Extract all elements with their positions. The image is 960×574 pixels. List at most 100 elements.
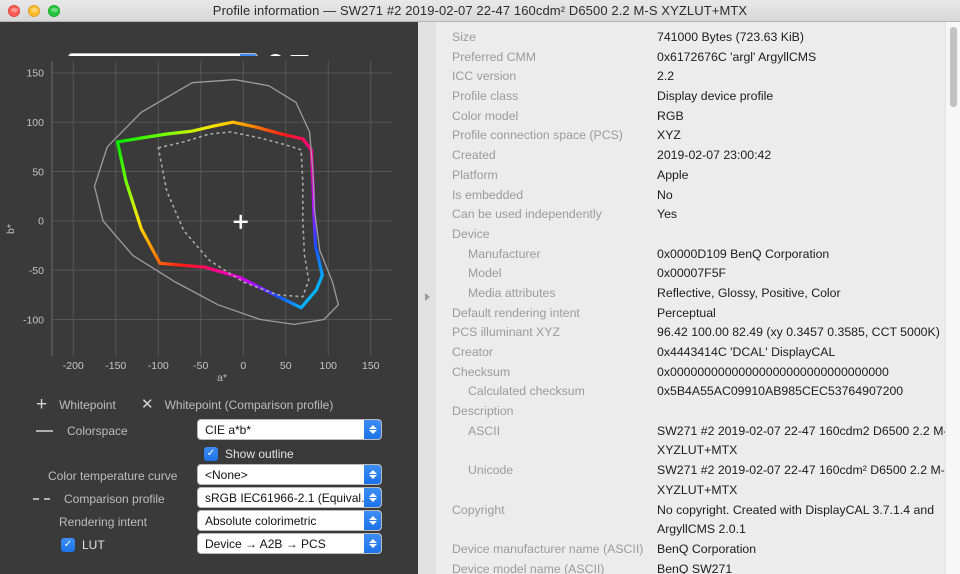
info-row-value: Yes	[657, 207, 677, 221]
chevron-updown-icon[interactable]	[364, 420, 381, 439]
x-icon: ✕	[141, 398, 154, 412]
x-tick-label: 50	[280, 360, 292, 372]
info-row-value: 0x00007F5F	[657, 266, 726, 280]
info-row-label: Model	[468, 266, 502, 280]
info-row: Profile classDisplay device profile	[436, 88, 960, 108]
info-row-label: Creator	[452, 345, 493, 359]
info-row-value: XYZ	[657, 128, 681, 142]
info-row-label: Is embedded	[452, 188, 523, 202]
lut-select-value: Device → A2B → PCS	[205, 537, 326, 551]
color-temperature-curve-value: <None>	[205, 468, 248, 482]
info-row: Description	[436, 403, 960, 423]
info-row-label: Media attributes	[468, 286, 556, 300]
profile-info-list: Size741000 Bytes (723.63 KiB)Preferred C…	[436, 29, 960, 574]
dashed-line-icon	[33, 498, 50, 500]
lut-row[interactable]: ✓ LUT	[61, 535, 105, 555]
info-row: Created2019-02-07 23:00:42	[436, 147, 960, 167]
info-row: ICC version 2.2	[436, 68, 960, 88]
info-row: PCS illuminant XYZ96.42 100.00 82.49 (xy…	[436, 324, 960, 344]
info-row-value: Perceptual	[657, 306, 716, 320]
info-row: Checksum 0x000000000000000000000000000000…	[436, 364, 960, 384]
legend-whitepoint-comparison-label: Whitepoint (Comparison profile)	[165, 398, 334, 412]
info-row-label: Unicode	[468, 463, 513, 477]
info-row: Creator 0x4443414C 'DCAL' DisplayCAL	[436, 344, 960, 364]
comparison-profile-select[interactable]: sRGB IEC61966-2.1 (Equival...	[197, 487, 382, 508]
chevron-updown-icon[interactable]	[364, 511, 381, 530]
info-row-label: Checksum	[452, 365, 510, 379]
info-row: Default rendering intent Perceptual	[436, 305, 960, 325]
lut-select[interactable]: Device → A2B → PCS	[197, 533, 382, 554]
y-axis-label: b*	[5, 224, 17, 234]
y-tick-label: 100	[26, 117, 44, 129]
chevron-updown-icon[interactable]	[364, 488, 381, 507]
info-row: PlatformApple	[436, 167, 960, 187]
x-tick-label: -200	[63, 360, 84, 372]
info-row-value: SW271 #2 2019-02-07 22-47 160cdm² D6500 …	[657, 463, 953, 477]
info-row-label: Profile class	[452, 89, 518, 103]
x-tick-label: 0	[240, 360, 246, 372]
title-bar: Profile information — SW271 #2 2019-02-0…	[0, 0, 960, 22]
info-row-label: Default rendering intent	[452, 306, 580, 320]
legend-whitepoint: + Whitepoint	[36, 395, 116, 415]
color-temperature-curve-select[interactable]: <None>	[197, 464, 382, 485]
info-row: Device model name (ASCII)BenQ SW271	[436, 561, 960, 574]
legend-colorspace: Colorspace	[36, 421, 128, 441]
profile-information-window: Profile information — SW271 #2 2019-02-0…	[0, 0, 960, 574]
close-window-button[interactable]	[8, 5, 20, 17]
panel-splitter[interactable]	[418, 22, 436, 574]
plot-toolbar	[0, 22, 418, 56]
info-row: ArgyllCMS 2.0.1	[436, 521, 960, 541]
plus-icon: +	[36, 398, 47, 412]
info-scrollbar-thumb[interactable]	[949, 26, 958, 108]
splitter-collapse-arrow-icon[interactable]	[425, 293, 430, 301]
info-row-value: 2.2	[657, 69, 674, 83]
info-row-value: No copyright. Created with DisplayCAL 3.…	[657, 503, 934, 517]
gamut-plot-svg[interactable]: -200-150-100-50050100150-100-50050100150…	[0, 56, 418, 386]
comparison-profile-label: Comparison profile	[64, 492, 165, 506]
info-row: Model 0x00007F5F	[436, 265, 960, 285]
chevron-updown-icon[interactable]	[364, 534, 381, 553]
info-row-label: Size	[452, 30, 476, 44]
lut-checkbox[interactable]: ✓	[61, 538, 75, 552]
x-tick-label: 100	[319, 360, 337, 372]
info-row-label: Copyright	[452, 503, 505, 517]
info-row-value: XYZLUT+MTX	[657, 443, 737, 457]
info-row-label: Description	[452, 404, 514, 418]
info-row-value: RGB	[657, 109, 684, 123]
info-row-label: ICC version	[452, 69, 516, 83]
maximize-window-button[interactable]	[48, 5, 60, 17]
info-row: Size741000 Bytes (723.63 KiB)	[436, 29, 960, 49]
y-tick-label: -100	[23, 314, 44, 326]
info-row-label: ASCII	[468, 424, 500, 438]
info-row: Profile connection space (PCS)XYZ	[436, 127, 960, 147]
info-row-label: Device model name (ASCII)	[452, 562, 604, 574]
show-outline-checkbox[interactable]: ✓	[204, 447, 218, 461]
info-row-value: 0x5B4A55AC09910AB985CEC53764907200	[657, 384, 903, 398]
rendering-intent-select[interactable]: Absolute colorimetric	[197, 510, 382, 531]
info-row-value: 96.42 100.00 82.49 (xy 0.3457 0.3585, CC…	[657, 325, 940, 339]
info-row-value: 0x6172676C 'argl' ArgyllCMS	[657, 50, 816, 64]
show-outline-row[interactable]: ✓ Show outline	[204, 444, 294, 464]
info-row-value: 0x0000D109 BenQ Corporation	[657, 247, 829, 261]
info-row-value: 0x00000000000000000000000000000000	[657, 365, 889, 379]
gamut-plot[interactable]: -200-150-100-50050100150-100-50050100150…	[0, 56, 418, 386]
color-temperature-curve-label: Color temperature curve	[48, 469, 177, 483]
minimize-window-button[interactable]	[28, 5, 40, 17]
info-row: Device	[436, 226, 960, 246]
info-row: Preferred CMM0x6172676C 'argl' ArgyllCMS	[436, 49, 960, 69]
colorspace-select[interactable]: CIE a*b*	[197, 419, 382, 440]
profile-info-panel[interactable]: Size741000 Bytes (723.63 KiB)Preferred C…	[436, 22, 960, 574]
y-tick-label: 150	[26, 68, 44, 80]
info-row-value: ArgyllCMS 2.0.1	[657, 522, 746, 536]
info-scrollbar-track[interactable]	[945, 22, 960, 574]
chevron-updown-icon[interactable]	[364, 465, 381, 484]
info-row-value: SW271 #2 2019-02-07 22-47 160cdm2 D6500 …	[657, 424, 956, 438]
y-tick-label: 50	[32, 166, 44, 178]
info-row-value: Apple	[657, 168, 688, 182]
info-row-label: Manufacturer	[468, 247, 540, 261]
info-row-value: BenQ Corporation	[657, 542, 756, 556]
x-tick-label: -100	[148, 360, 169, 372]
legend-whitepoint-label: Whitepoint	[59, 398, 116, 412]
window-title: Profile information — SW271 #2 2019-02-0…	[0, 3, 960, 18]
info-row-value: 0x4443414C 'DCAL' DisplayCAL	[657, 345, 835, 359]
